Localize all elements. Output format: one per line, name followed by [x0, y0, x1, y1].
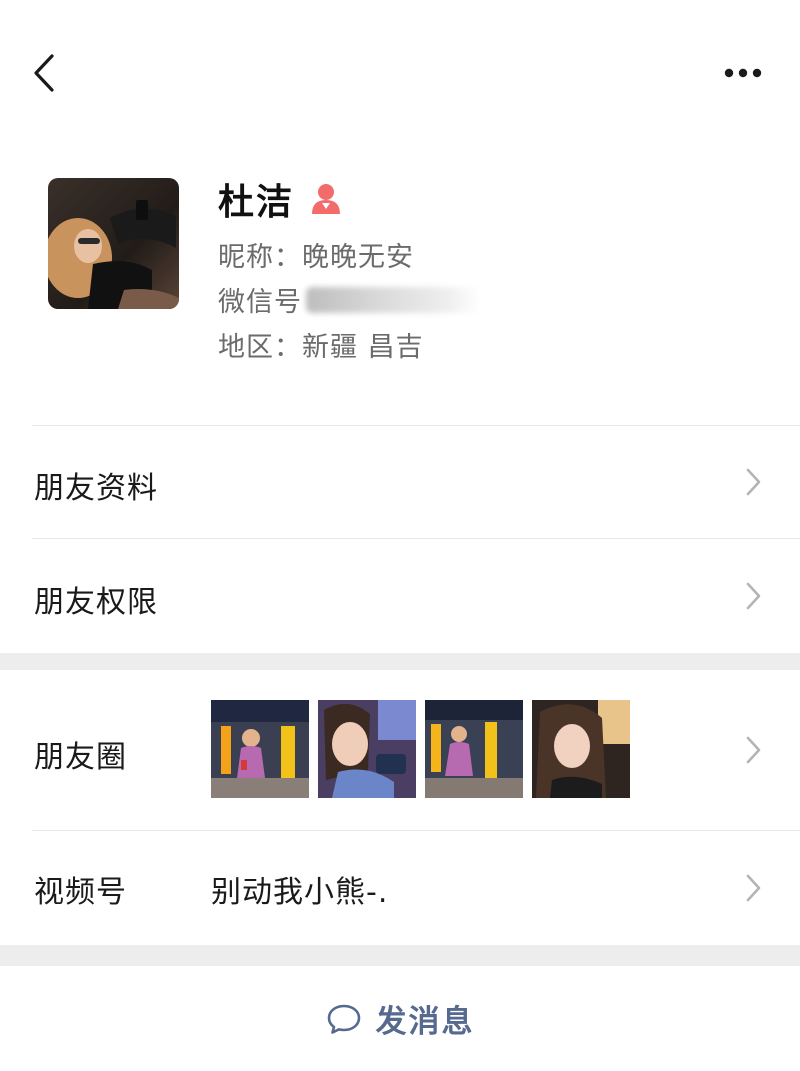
chevron-right-icon	[746, 736, 761, 764]
avatar-photo	[48, 178, 179, 309]
avatar[interactable]	[48, 178, 179, 309]
channels-name: 别动我小熊-.	[211, 875, 389, 910]
contact-name: 杜洁	[218, 182, 295, 223]
send-message-button[interactable]: 发消息	[0, 966, 800, 1071]
send-message-label: 发消息	[375, 1004, 475, 1040]
wechat-id-redacted	[306, 286, 481, 313]
moments-thumbnail	[211, 700, 309, 798]
moments-thumbnail	[532, 700, 630, 798]
friend-permissions-label: 朋友权限	[34, 585, 158, 620]
back-button[interactable]	[26, 48, 66, 98]
section-gap	[0, 653, 800, 670]
moments-thumbnail	[318, 700, 416, 798]
nickname: 昵称：晚晚无安	[218, 242, 414, 273]
moments-thumbnails	[211, 700, 630, 798]
more-dots-icon	[724, 68, 762, 78]
chat-bubble-icon	[327, 1004, 360, 1034]
wechat-id: 微信号	[218, 280, 481, 319]
friend-info-row[interactable]: 朋友资料	[0, 426, 800, 538]
channels-label: 视频号	[34, 875, 127, 910]
section-gap	[0, 945, 800, 966]
chevron-right-icon	[746, 468, 761, 496]
friend-permissions-row[interactable]: 朋友权限	[0, 539, 800, 653]
wechat-id-label: 微信号	[218, 287, 302, 318]
moments-row[interactable]: 朋友圈	[0, 670, 800, 830]
more-options-button[interactable]	[718, 58, 768, 88]
chevron-left-icon	[34, 54, 54, 92]
channels-row[interactable]: 视频号 别动我小熊-.	[0, 831, 800, 945]
region: 地区：新疆 昌吉	[218, 332, 424, 363]
female-icon	[310, 182, 342, 216]
top-bar	[0, 0, 800, 140]
profile-header: 杜洁 昵称：晚晚无安 微信号 地区：新疆 昌吉	[0, 140, 800, 425]
moments-thumbnail	[425, 700, 523, 798]
name-row: 杜洁	[218, 175, 342, 223]
moments-label: 朋友圈	[34, 740, 127, 775]
friend-info-label: 朋友资料	[34, 471, 158, 506]
chevron-right-icon	[746, 874, 761, 902]
chevron-right-icon	[746, 582, 761, 610]
